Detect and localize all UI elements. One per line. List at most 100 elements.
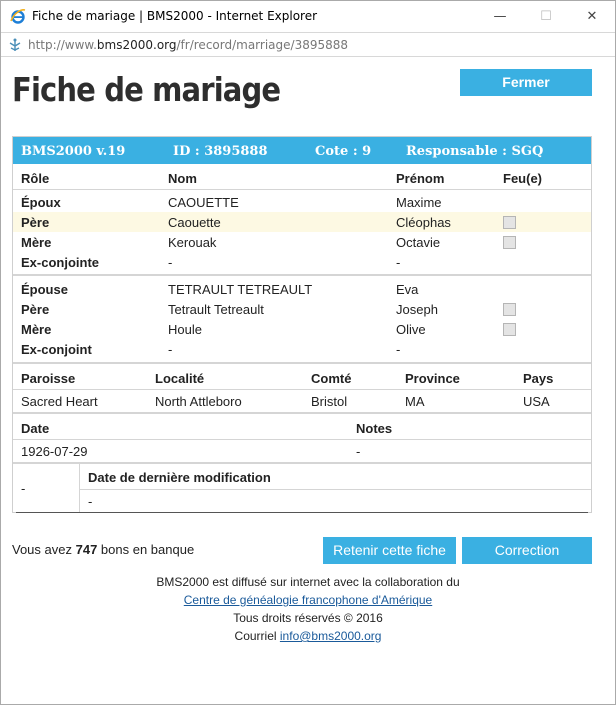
close-window-button[interactable]: ✕ xyxy=(569,1,615,32)
prenom-value: Octavie xyxy=(396,235,441,250)
deceased-checkbox xyxy=(503,303,516,316)
prenom-value: - xyxy=(396,342,401,357)
role-label: Époux xyxy=(21,195,61,210)
footer-mail: Courriel info@bms2000.org xyxy=(1,627,615,645)
col-comte: Comté xyxy=(311,371,352,386)
email-link[interactable]: info@bms2000.org xyxy=(280,629,382,643)
mail-prefix: Courriel xyxy=(234,629,280,643)
version-label: BMS2000 v.19 xyxy=(21,144,126,159)
table-row: Père Caouette Cléophas xyxy=(13,212,591,232)
table-row: Mère Kerouak Octavie xyxy=(13,232,591,252)
prenom-value: Eva xyxy=(396,282,419,297)
table-row: Père Tetrault Tetreault Joseph xyxy=(13,299,591,319)
groom-section: Époux CAOUETTE Maxime Père Caouette Cléo… xyxy=(13,190,591,274)
close-button[interactable]: Fermer xyxy=(460,69,592,96)
marriage-record: BMS2000 v.19 ID : 3895888 Cote : 9 Respo… xyxy=(12,136,592,513)
pays-value: USA xyxy=(523,394,550,409)
page-divider xyxy=(16,512,588,513)
nom-value: Tetrault Tetreault xyxy=(168,302,264,317)
paroisse-value: Sacred Heart xyxy=(21,394,98,409)
col-date: Date xyxy=(21,421,50,436)
deceased-checkbox xyxy=(503,216,516,229)
deceased-checkbox xyxy=(503,323,516,336)
col-notes: Notes xyxy=(356,421,393,436)
col-nom: Nom xyxy=(168,171,197,186)
place-header-row: Paroisse Localité Comté Province Pays xyxy=(13,364,591,390)
role-label: Ex-conjoint xyxy=(21,342,92,357)
bride-section: Épouse TETRAULT TETREAULT Eva Père Tetra… xyxy=(13,276,591,362)
nom-value: Houle xyxy=(168,322,202,337)
modification-header: Date de dernière modification xyxy=(80,464,591,490)
col-feu: Feu(e) xyxy=(503,171,542,186)
record-responsable: Responsable : SGQ xyxy=(406,144,544,159)
internet-explorer-icon xyxy=(10,9,26,24)
col-province: Province xyxy=(405,371,460,386)
modification-label: Date de dernière modification xyxy=(88,470,271,485)
page-title: Fiche de mariage xyxy=(12,70,281,109)
date-header-row: Date Notes xyxy=(13,414,591,440)
bank-balance: Vous avez 747 bons en banque xyxy=(12,542,194,557)
record-cote: Cote : 9 xyxy=(315,144,372,159)
nom-value: Caouette xyxy=(168,215,221,230)
deceased-checkbox xyxy=(503,236,516,249)
url-text[interactable]: http://www.bms2000.org/fr/record/marriag… xyxy=(28,38,348,52)
prenom-value: Cléophas xyxy=(396,215,451,230)
role-label: Ex-conjointe xyxy=(21,255,100,270)
bank-suffix: bons en banque xyxy=(97,542,195,557)
table-row: Épouse TETRAULT TETREAULT Eva xyxy=(13,279,591,299)
window-title: Fiche de mariage | BMS2000 - Internet Ex… xyxy=(32,9,318,23)
role-label: Mère xyxy=(21,235,52,250)
nom-value: CAOUETTE xyxy=(168,195,239,210)
bank-count: 747 xyxy=(75,542,98,557)
place-values-row: Sacred Heart North Attleboro Bristol MA … xyxy=(13,390,591,412)
bank-prefix: Vous avez xyxy=(12,542,76,557)
record-id: ID : 3895888 xyxy=(173,144,268,159)
modification-section: - Date de dernière modification - xyxy=(13,464,591,512)
site-favicon-icon xyxy=(9,38,21,51)
browser-window: Fiche de mariage | BMS2000 - Internet Ex… xyxy=(0,0,616,705)
footer-rights: Tous droits réservés © 2016 xyxy=(233,611,383,625)
minimize-button[interactable]: — xyxy=(477,1,523,32)
comte-value: Bristol xyxy=(311,394,348,409)
col-paroisse: Paroisse xyxy=(21,371,76,386)
date-values-row: 1926-07-29 - xyxy=(13,440,591,462)
date-value: 1926-07-29 xyxy=(21,444,88,459)
footer-credit: BMS2000 est diffusé sur internet avec la… xyxy=(156,575,460,589)
persons-header-row: Rôle Nom Prénom Feu(e) xyxy=(13,164,591,190)
url-domain: bms2000.org xyxy=(96,38,177,52)
col-role: Rôle xyxy=(21,171,50,186)
footer: BMS2000 est diffusé sur internet avec la… xyxy=(1,573,615,645)
table-row: Ex-conjointe - - xyxy=(13,252,591,272)
notes-value: - xyxy=(356,444,361,459)
url-path: /fr/record/marriage/3895888 xyxy=(176,38,349,52)
modification-value: - xyxy=(88,494,93,509)
table-row: Époux CAOUETTE Maxime xyxy=(13,192,591,212)
title-bar: Fiche de mariage | BMS2000 - Internet Ex… xyxy=(1,1,615,32)
address-bar[interactable]: http://www.bms2000.org/fr/record/marriag… xyxy=(1,32,615,57)
role-label: Père xyxy=(21,302,50,317)
record-header: BMS2000 v.19 ID : 3895888 Cote : 9 Respo… xyxy=(13,137,591,164)
nom-value: - xyxy=(168,342,173,357)
nom-value: TETRAULT TETREAULT xyxy=(168,282,313,297)
table-row: Mère Houle Olive xyxy=(13,319,591,339)
role-label: Mère xyxy=(21,322,52,337)
prenom-value: Olive xyxy=(396,322,426,337)
prenom-value: Maxime xyxy=(396,195,442,210)
role-label: Père xyxy=(21,215,50,230)
keep-record-button[interactable]: Retenir cette fiche xyxy=(323,537,456,564)
col-prenom: Prénom xyxy=(396,171,445,186)
prenom-value: Joseph xyxy=(396,302,438,317)
nom-value: - xyxy=(168,255,173,270)
modification-left-value: - xyxy=(21,481,26,496)
role-label: Épouse xyxy=(21,282,68,297)
maximize-button[interactable]: ☐ xyxy=(523,1,569,32)
col-pays: Pays xyxy=(523,371,554,386)
prenom-value: - xyxy=(396,255,401,270)
province-value: MA xyxy=(405,394,425,409)
nom-value: Kerouak xyxy=(168,235,217,250)
correction-button[interactable]: Correction xyxy=(462,537,592,564)
page-content: Fiche de mariage Fermer BMS2000 v.19 ID … xyxy=(1,58,615,704)
cgfa-link[interactable]: Centre de généalogie francophone d'Améri… xyxy=(184,593,432,607)
col-localite: Localité xyxy=(155,371,205,386)
modification-left-cell: - xyxy=(13,464,80,512)
